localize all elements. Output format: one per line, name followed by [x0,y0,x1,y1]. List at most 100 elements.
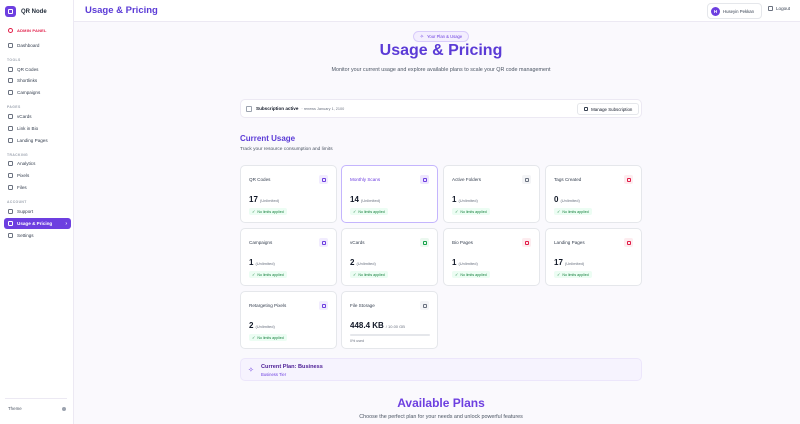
top-bar: Usage & Pricing H Huseyin Pekkan Logout [74,0,800,22]
sidebar-item-label: Dashboard [17,43,40,48]
card-icon [624,238,633,247]
section-label-pages: PAGES [7,105,21,109]
brand[interactable]: QR Node [5,6,47,17]
sidebar-item-label: Usage & Pricing [17,221,53,226]
status-badge: ✓ No limits applied [452,271,490,278]
pixel-icon [8,173,13,178]
admin-panel-link[interactable]: ADMIN PANEL [4,25,71,36]
card-label: vCards [350,240,365,245]
megaphone-icon [8,90,13,95]
card-label: Bio Pages [452,240,473,245]
sidebar-item-label: Campaigns [17,90,41,95]
card-limit: (Unlimited) [356,261,376,266]
card-value: 2 (Unlimited) [350,258,376,267]
card-value: 17 (Unlimited) [554,258,584,267]
status-badge: ✓ No limits applied [452,208,490,215]
folder-icon [420,301,429,310]
card-limit: (Unlimited) [458,261,478,266]
status-badge: ✓ No limits applied [554,271,592,278]
sidebar-item-label: Shortlinks [17,78,38,83]
card-icon [420,238,429,247]
card-limit: (Unlimited) [560,198,580,203]
sidebar-item-usage-pricing[interactable]: Usage & Pricing › [4,218,71,229]
check-icon: ✓ [252,272,256,277]
qr-logo-icon [5,6,16,17]
user-name: Huseyin Pekkan [723,8,755,14]
external-icon [583,106,589,112]
chevron-right-icon: › [65,220,67,227]
usage-card-vcards: vCards 2 (Unlimited) ✓ No limits applied [341,228,438,286]
sidebar-item-files[interactable]: Files [4,182,71,193]
logout-icon [768,6,773,11]
card-icon [420,175,429,184]
current-usage-title: Current Usage [240,134,296,143]
manage-subscription-button[interactable]: Manage Subscription [577,103,639,115]
sidebar-item-label: QR Codes [17,67,39,72]
card-count: 17 [249,195,258,204]
admin-panel-label: ADMIN PANEL [17,28,47,33]
sidebar-item-pixels[interactable]: Pixels [4,170,71,181]
link-icon [8,78,13,83]
card-value: 1 (Unlimited) [249,258,275,267]
subscription-bar: Subscription active · renews January 1, … [240,99,642,118]
card-limit: (Unlimited) [255,324,275,329]
sparkle-icon: ✧ [248,367,254,374]
hero-title: Usage & Pricing [379,42,503,59]
gear-icon [8,233,13,238]
sidebar-item-settings[interactable]: Settings [4,230,71,241]
sidebar-item-vcards[interactable]: vCards [4,111,71,122]
card-label: Landing Pages [554,240,585,245]
badge-label: No limits applied [358,272,385,277]
sidebar-item-label: Link in Bio [17,126,39,131]
sidebar-item-dashboard[interactable]: Dashboard [4,40,71,51]
badge-label: No limits applied [257,209,284,214]
card-icon [624,175,633,184]
chart-icon [8,161,13,166]
usage-card-active-folders: Active Folders 1 (Unlimited) ✓ No limits app… [443,165,540,223]
logout-button[interactable]: Logout [768,6,790,11]
card-limit: (Unlimited) [564,261,585,266]
subscription-icon [246,105,252,112]
status-badge: ✓ No limits applied [249,334,287,341]
divider [5,398,67,399]
storage-used-value: 448.4 KB [350,321,384,330]
sidebar-item-shortlinks[interactable]: Shortlinks [4,75,71,86]
check-icon: ✓ [557,272,561,277]
usage-card-tags-created: Tags Created 0 (Unlimited) ✓ No limits appli… [545,165,642,223]
subscription-renewal: · renews January 1, 2100 [301,106,345,111]
sidebar-item-label: Analytics [17,161,36,166]
card-label: Campaigns [249,240,273,245]
card-count: 2 [249,321,254,330]
card-limit: (Unlimited) [458,198,478,203]
available-plans-subtitle: Choose the perfect plan for your needs a… [359,414,523,420]
card-count: 1 [452,195,457,204]
card-count: 2 [350,258,355,267]
usage-card-retargeting-pixels: Retargeting Pixels 2 (Unlimited) ✓ No limits… [240,291,337,349]
sidebar-item-label: Pixels [17,173,30,178]
card-count: 17 [554,258,563,267]
avatar: H [711,6,720,16]
sidebar-item-landing-pages[interactable]: Landing Pages [4,135,71,146]
user-menu[interactable]: H Huseyin Pekkan [707,3,762,19]
storage-used-text: 0% used [350,339,364,343]
card-count: 1 [452,258,457,267]
page-icon [8,138,13,143]
card-label: File Storage [350,303,375,308]
sidebar-item-qr-codes[interactable]: QR Codes [4,64,71,75]
sidebar-item-analytics[interactable]: Analytics [4,158,71,169]
status-badge: ✓ No limits applied [249,208,287,215]
sidebar-item-label: vCards [17,114,32,119]
badge-label: No limits applied [562,209,589,214]
dashboard-icon [8,43,13,48]
sidebar-item-link-in-bio[interactable]: Link in Bio [4,123,71,134]
bio-link-icon [8,126,13,131]
sidebar-item-campaigns[interactable]: Campaigns [4,87,71,98]
theme-toggle[interactable]: Theme [8,406,66,411]
card-label: Active Folders [452,177,482,182]
check-icon: ✓ [353,209,357,214]
usage-card-monthly-scans: Monthly Scans 14 (Unlimited) ✓ No limits app… [341,165,438,223]
card-value: 448.4 KB / 10.00 GB [350,321,405,330]
badge-label: No limits applied [460,209,487,214]
sidebar-item-support[interactable]: Support [4,206,71,217]
card-count: 1 [249,258,254,267]
